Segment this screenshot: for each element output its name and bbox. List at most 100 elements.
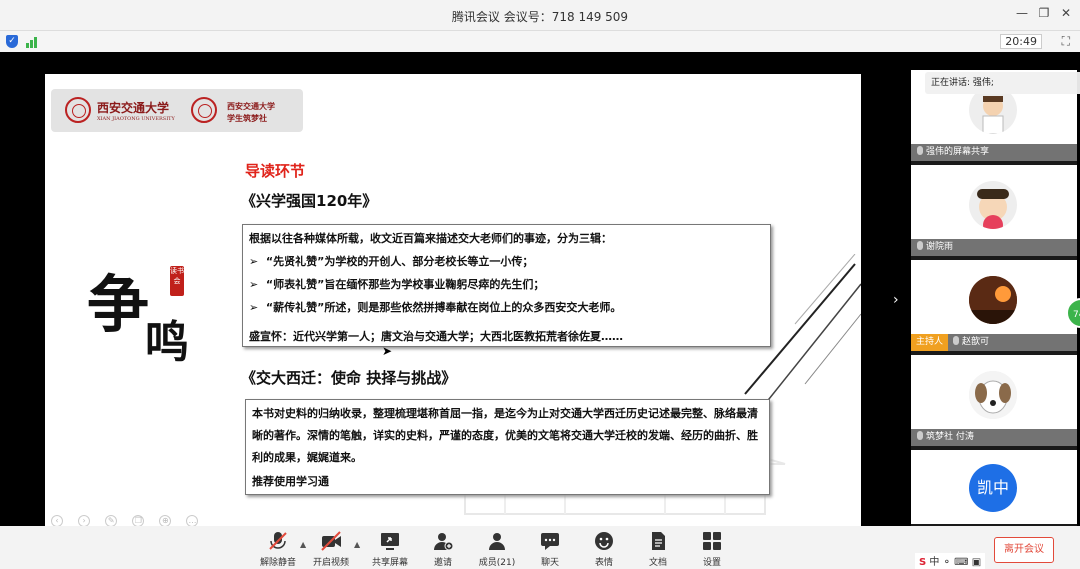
participant-name-text: 强伟的屏幕共享 (926, 147, 990, 157)
chat-button[interactable]: 聊天 (528, 530, 572, 568)
bullet-marker: ➢ (249, 255, 259, 268)
unmute-button[interactable]: 解除静音 (256, 530, 300, 568)
ime-logo-icon: S (919, 557, 927, 568)
participant-panel: 正在讲话: 强伟; 强伟的屏幕共享 谢院雨 主持人 赵歆可 筑梦社 付涛 凯中 (911, 70, 1080, 526)
participant-tile[interactable]: 主持人 赵歆可 (911, 260, 1077, 351)
next-slide-icon[interactable]: › (78, 515, 91, 526)
video-options-icon[interactable]: ▲ (354, 540, 360, 549)
emoji-label: 表情 (594, 558, 613, 568)
pen-icon[interactable]: ✎ (105, 515, 118, 526)
book1-bullet: ➢ “师表礼赞”旨在缅怀那些为学校事业鞠躬尽瘁的先生们； (249, 273, 764, 296)
book1-bullet-text: “师表礼赞”旨在缅怀那些为学校事业鞠躬尽瘁的先生们； (265, 278, 545, 291)
members-label: 成员(21) (478, 558, 516, 568)
participant-tile[interactable]: 凯中 (911, 450, 1077, 524)
copy-icon[interactable]: ❐ (132, 515, 145, 526)
document-label: 文档 (648, 558, 667, 568)
emoji-icon (595, 532, 613, 550)
participant-name-text: 谢院雨 (926, 242, 954, 252)
avatar (969, 276, 1017, 324)
participant-name: 谢院雨 (911, 239, 1077, 256)
collapse-panel-icon[interactable]: › (893, 292, 899, 308)
camera-off-icon (321, 531, 341, 551)
xjtu-seal-icon (65, 97, 91, 123)
leave-meeting-button[interactable]: 离开会议 (994, 537, 1054, 563)
book1-box: 根据以往各种媒体所载，收文近百篇来描述交大老师们的事迹，分为三辑： ➢ “先贤礼… (242, 224, 771, 347)
microphone-icon (917, 146, 923, 155)
participant-name-text: 筑梦社 付涛 (926, 432, 974, 442)
settings-label: 设置 (702, 558, 721, 568)
book1-bullet: ➢ “薪传礼赞”所述，则是那些依然拼搏奉献在岗位上的众多西安交大老师。 (249, 296, 764, 319)
close-icon[interactable]: ✕ (1056, 6, 1076, 20)
status-row: ✓ 20:49 ⛶ (0, 31, 1080, 52)
club-seal-icon (191, 97, 217, 123)
fullscreen-icon[interactable]: ⛶ (1062, 34, 1070, 49)
book2-title: 《交大西迁：使命 抉择与挑战》 (241, 369, 457, 387)
document-icon (652, 532, 665, 550)
zoom-icon[interactable]: ⊕ (159, 515, 172, 526)
microphone-icon (917, 431, 923, 440)
book1-footer: 盛宣怀：近代兴学第一人；唐文治与交通大学；大西北医教拓荒者徐佐夏…… (249, 330, 623, 343)
bullet-marker: ➢ (249, 278, 259, 291)
host-badge: 主持人 (911, 334, 949, 351)
participant-name: 主持人 赵歆可 (911, 334, 1077, 351)
book1-bullet-text: “先贤礼赞”为学校的开创人、部分老校长等立一小传； (265, 255, 534, 268)
minimize-icon[interactable]: — (1012, 6, 1032, 20)
bullet-marker: ➢ (249, 301, 259, 314)
book1-bullet: ➢ “先贤礼赞”为学校的开创人、部分老校长等立一小传； (249, 250, 764, 273)
logo-club-line2: 学生筑梦社 (227, 113, 267, 123)
unmute-label: 解除静音 (259, 558, 296, 568)
emoji-button[interactable]: 表情 (582, 530, 626, 568)
calligraphy-char-1: 争 (87, 268, 150, 341)
calligraphy-char-2: 鸣 (145, 317, 189, 368)
settings-button[interactable]: 设置 (690, 530, 734, 568)
start-video-button[interactable]: 开启视频 (309, 530, 353, 568)
book1-title: 《兴学强国120年》 (241, 192, 378, 210)
book2-box: 本书对史料的归纳收录，整理梳理堪称首屈一指，是迄今为止对交通大学西迁历史记述最完… (245, 399, 770, 495)
initials-avatar: 凯中 (969, 464, 1017, 512)
book1-bullet-text: “薪传礼赞”所述，则是那些依然拼搏奉献在岗位上的众多西安交大老师。 (265, 301, 622, 314)
members-button[interactable]: 成员(21) (475, 530, 519, 568)
more-icon[interactable]: … (186, 515, 199, 526)
start-video-label: 开启视频 (312, 558, 349, 568)
book1-intro: 根据以往各种媒体所载，收文近百篇来描述交大老师们的事迹，分为三辑： (249, 232, 612, 245)
logo-club-line1: 西安交通大学 (227, 101, 275, 111)
share-screen-icon (381, 533, 399, 550)
shield-icon[interactable]: ✓ (6, 35, 18, 48)
book2-footer: 推荐使用学习通 (252, 475, 329, 488)
window-title: 腾讯会议 会议号：718 149 509 (451, 10, 629, 24)
share-screen-label: 共享屏幕 (371, 558, 408, 568)
invite-icon (434, 533, 454, 551)
calligraphy-tag: 读书会 (170, 266, 184, 296)
settings-icon (703, 532, 721, 550)
shared-screen-slide: 西安交通大学 XIAN JIAOTONG UNIVERSITY 西安交通大学 学… (45, 74, 861, 526)
invite-button[interactable]: 邀请 (421, 530, 465, 568)
slide-toolbar: ‹ › ✎ ❐ ⊕ … (51, 508, 208, 526)
maximize-icon[interactable]: ❐ (1034, 6, 1054, 20)
meeting-clock: 20:49 (1000, 34, 1042, 49)
logo-university-sub: XIAN JIAOTONG UNIVERSITY (97, 116, 175, 122)
microphone-icon (917, 241, 923, 250)
invite-label: 邀请 (433, 558, 452, 568)
logo-bar: 西安交通大学 XIAN JIAOTONG UNIVERSITY 西安交通大学 学… (51, 89, 303, 132)
mouse-cursor-icon: ➤ (382, 344, 393, 358)
participant-tile[interactable]: 谢院雨 (911, 165, 1077, 256)
microphone-icon (953, 336, 960, 345)
chat-label: 聊天 (540, 558, 559, 568)
mic-muted-icon (269, 532, 287, 550)
book2-body: 本书对史料的归纳收录，整理梳理堪称首屈一指，是迄今为止对交通大学西迁历史记述最完… (252, 407, 758, 464)
prev-slide-icon[interactable]: ‹ (51, 515, 63, 526)
section-title: 导读环节 (245, 162, 306, 180)
participant-tile[interactable]: 筑梦社 付涛 (911, 355, 1077, 446)
logo-university-name: 西安交通大学 (97, 101, 170, 115)
members-icon (489, 533, 505, 550)
audio-options-icon[interactable]: ▲ (300, 540, 306, 549)
participant-name: 强伟的屏幕共享 (911, 144, 1077, 161)
title-bar: 腾讯会议 会议号：718 149 509 — ❐ ✕ (0, 0, 1080, 31)
input-method-tray[interactable]: S 中 ⚬ ⌨ ▣ (915, 553, 986, 569)
share-screen-button[interactable]: 共享屏幕 (368, 530, 412, 568)
speaking-indicator: 正在讲话: 强伟; (925, 72, 1080, 94)
chat-icon (541, 533, 559, 550)
signal-icon[interactable] (26, 35, 40, 48)
ime-mode: 中 (929, 557, 940, 568)
document-button[interactable]: 文档 (636, 530, 680, 568)
